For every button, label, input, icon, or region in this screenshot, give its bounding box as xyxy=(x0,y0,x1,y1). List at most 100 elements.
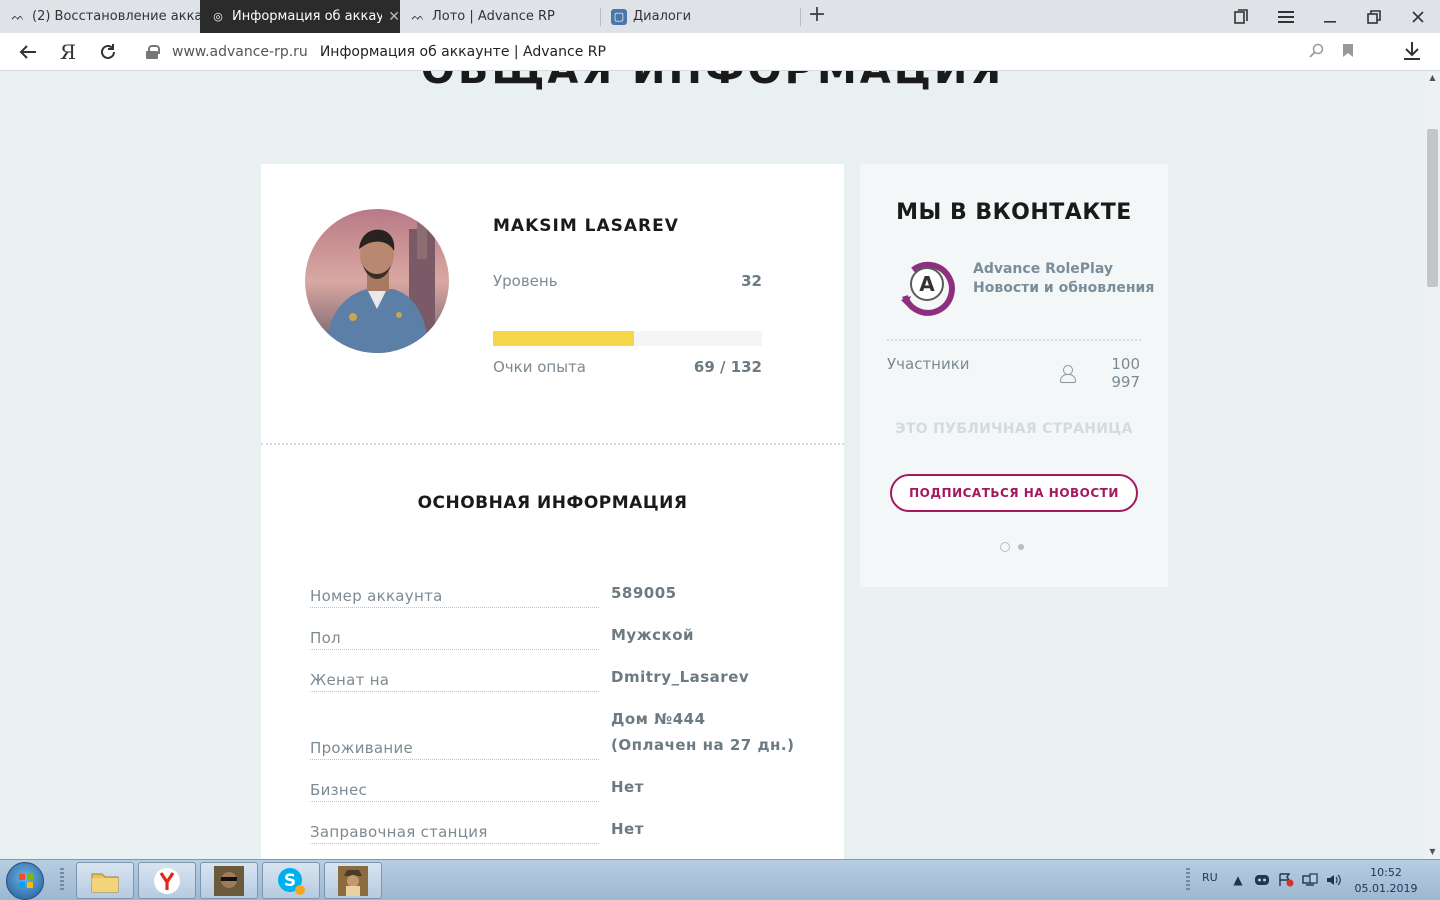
vk-members-label: Участники xyxy=(887,355,970,373)
subscribe-button[interactable]: ПОДПИСАТЬСЯ НА НОВОСТИ xyxy=(890,474,1138,512)
minimize-icon[interactable] xyxy=(1308,0,1352,33)
info-value: Dmitry_Lasarev xyxy=(611,668,750,686)
reload-icon[interactable] xyxy=(94,38,122,66)
reader-search-icon[interactable] xyxy=(1309,43,1324,62)
menu-icon[interactable] xyxy=(1264,0,1308,33)
clock-time: 10:52 xyxy=(1370,866,1402,879)
vk-group-info[interactable]: Advance RolePlay Новости и обновления xyxy=(973,260,1154,298)
vk-title: МЫ В ВКОНТАКТЕ xyxy=(896,200,1132,225)
page-heading: ОБЩАЯ ИНФОРМАЦИЯ xyxy=(0,71,1425,93)
skype-taskbar-button[interactable]: S xyxy=(262,862,320,899)
logo-letter: A xyxy=(919,272,935,296)
info-key: Пол xyxy=(310,629,599,650)
profile-card: MAKSIM LASAREV Уровень 32 Очки опыта 69 … xyxy=(261,164,844,859)
info-key: Номер аккаунта xyxy=(310,587,599,608)
scroll-up-arrow-icon[interactable]: ▲ xyxy=(1425,73,1440,85)
xp-value: 69 / 132 xyxy=(693,358,762,376)
show-hidden-icons-icon[interactable]: ▲ xyxy=(1230,873,1246,887)
windows-taskbar: S RU ▲ 10:52 05.01.2019 xyxy=(0,859,1440,900)
volume-tray-icon[interactable] xyxy=(1326,873,1342,887)
info-row-residence: Проживание Дом №444 (Оплачен на 27 дн.) xyxy=(310,708,810,760)
tab-label: Информация об аккаун xyxy=(232,9,383,24)
info-key: Проживание xyxy=(310,739,599,760)
vk-group-name: Advance RolePlay xyxy=(973,261,1113,277)
restore-icon[interactable] xyxy=(1352,0,1396,33)
taskbar-grip xyxy=(1186,868,1190,892)
info-row-gender: Пол Мужской xyxy=(310,624,810,650)
tab-account-recovery[interactable]: ᨓ (2) Восстановление аккаун xyxy=(0,0,200,33)
yandex-browser-icon xyxy=(154,867,180,894)
vk-group-desc: Новости и обновления xyxy=(973,280,1155,296)
info-value: Нет xyxy=(611,778,644,796)
taskbar-grip xyxy=(60,868,64,892)
page-scrollbar[interactable]: ▲ ▼ xyxy=(1425,71,1440,859)
close-tab-icon[interactable]: ✕ xyxy=(388,9,400,25)
tab-separator xyxy=(800,8,801,26)
carousel-dot-active[interactable] xyxy=(1000,542,1010,552)
discord-tray-icon[interactable] xyxy=(1254,873,1270,887)
tab-label: Лото | Advance RP xyxy=(432,9,555,24)
xp-progress-bar xyxy=(493,331,762,346)
tab-loto[interactable]: ᨓ Лото | Advance RP xyxy=(400,0,600,33)
tab-dialogs[interactable]: ▢ Диалоги xyxy=(601,0,800,33)
game-taskbar-button[interactable] xyxy=(200,862,258,899)
vk-members-count-value: 100 997 xyxy=(1111,355,1140,391)
xp-progress-fill xyxy=(493,331,634,346)
yandex-logo-icon[interactable]: Я xyxy=(54,38,82,66)
carousel-dot[interactable] xyxy=(1018,544,1024,550)
section-divider xyxy=(261,443,844,445)
user-icon xyxy=(1060,365,1076,383)
info-row-business: Бизнес Нет xyxy=(310,776,810,802)
avatar xyxy=(305,209,449,353)
system-clock[interactable]: 10:52 05.01.2019 xyxy=(1350,865,1422,897)
scroll-down-arrow-icon[interactable]: ▼ xyxy=(1425,847,1440,859)
url-host: www.advance-rp.ru xyxy=(172,44,308,60)
player-name: MAKSIM LASAREV xyxy=(493,216,679,236)
info-row-gas-station: Заправочная станция Нет xyxy=(310,818,810,844)
level-label: Уровень xyxy=(493,272,558,290)
section-title: ОСНОВНАЯ ИНФОРМАЦИЯ xyxy=(417,493,688,513)
bookmark-icon[interactable] xyxy=(1342,43,1354,62)
browser-tab-bar: ᨓ (2) Восстановление аккаун ◎ Информация… xyxy=(0,0,1440,33)
svg-text:S: S xyxy=(284,871,296,891)
xp-label: Очки опыта xyxy=(493,358,587,376)
bookmarks-panel-icon[interactable] xyxy=(1219,0,1263,33)
start-button[interactable] xyxy=(6,862,44,900)
network-tray-icon[interactable] xyxy=(1302,873,1318,887)
tab-label: Диалоги xyxy=(633,9,692,24)
info-key: Бизнес xyxy=(310,781,599,802)
info-row-account-number: Номер аккаунта 589005 xyxy=(310,582,810,608)
folder-icon xyxy=(91,873,119,892)
yandex-browser-taskbar-button[interactable] xyxy=(138,862,196,899)
vk-public-note: ЭТО ПУБЛИЧНАЯ СТРАНИЦА xyxy=(895,421,1133,437)
level-value: 32 xyxy=(741,272,762,290)
vk-members-count: 100 997 xyxy=(1060,355,1140,391)
info-value: Мужской xyxy=(611,626,695,644)
scroll-thumb[interactable] xyxy=(1427,129,1438,287)
residence-house: Дом №444 xyxy=(611,710,706,728)
info-key: Женат на xyxy=(310,671,599,692)
back-arrow-icon[interactable] xyxy=(14,38,42,66)
language-indicator[interactable]: RU xyxy=(1202,871,1218,884)
explorer-taskbar-button[interactable] xyxy=(76,862,134,899)
download-icon[interactable] xyxy=(1400,41,1424,65)
tab-account-info[interactable]: ◎ Информация об аккаун ✕ xyxy=(200,0,400,33)
info-value: Нет xyxy=(611,820,644,838)
lock-icon[interactable] xyxy=(146,45,160,59)
page-title-in-omnibox: Информация об аккаунте | Advance RP xyxy=(319,44,606,60)
close-window-icon[interactable] xyxy=(1396,0,1440,33)
game2-taskbar-button[interactable] xyxy=(324,862,382,899)
flag-warning-tray-icon[interactable] xyxy=(1278,873,1294,887)
advance-rp-logo-icon[interactable]: A xyxy=(897,260,957,316)
carousel-dots xyxy=(1000,542,1024,552)
address-bar: Я www.advance-rp.ru Информация об аккаун… xyxy=(0,33,1440,71)
vk-divider xyxy=(887,339,1141,341)
new-tab-button[interactable]: + xyxy=(805,4,829,28)
tab-label: (2) Восстановление аккаун xyxy=(32,9,200,24)
residence-paid: (Оплачен на 27 дн.) xyxy=(611,736,795,754)
info-value: 589005 xyxy=(611,584,677,602)
skype-icon: S xyxy=(278,867,305,895)
info-key: Заправочная станция xyxy=(310,823,599,844)
url-field[interactable]: www.advance-rp.ru Информация об аккаунте… xyxy=(138,37,1370,67)
clock-date: 05.01.2019 xyxy=(1354,882,1418,895)
